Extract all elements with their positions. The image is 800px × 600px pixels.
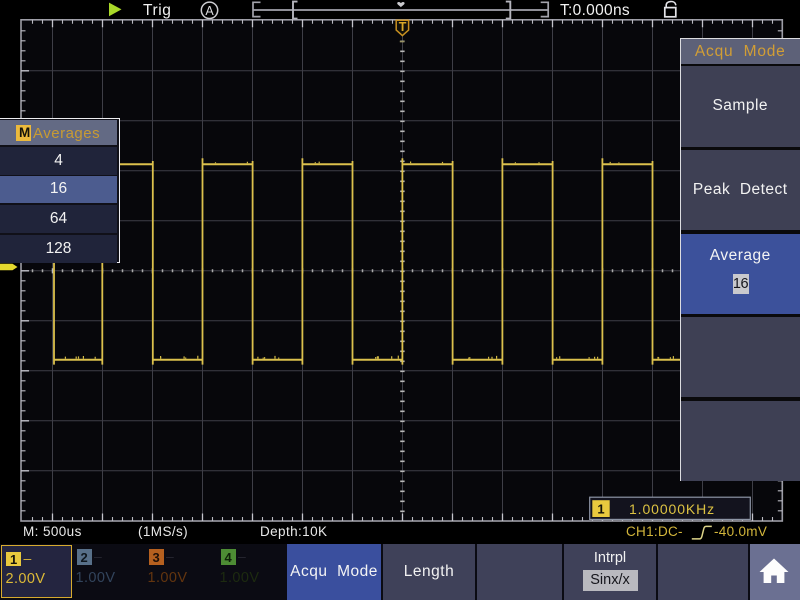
svg-text:1: 1 — [597, 502, 604, 517]
svg-text:A: A — [205, 4, 214, 18]
svg-text:T: T — [399, 20, 407, 34]
svg-text:1.00000KHz: 1.00000KHz — [629, 501, 715, 517]
